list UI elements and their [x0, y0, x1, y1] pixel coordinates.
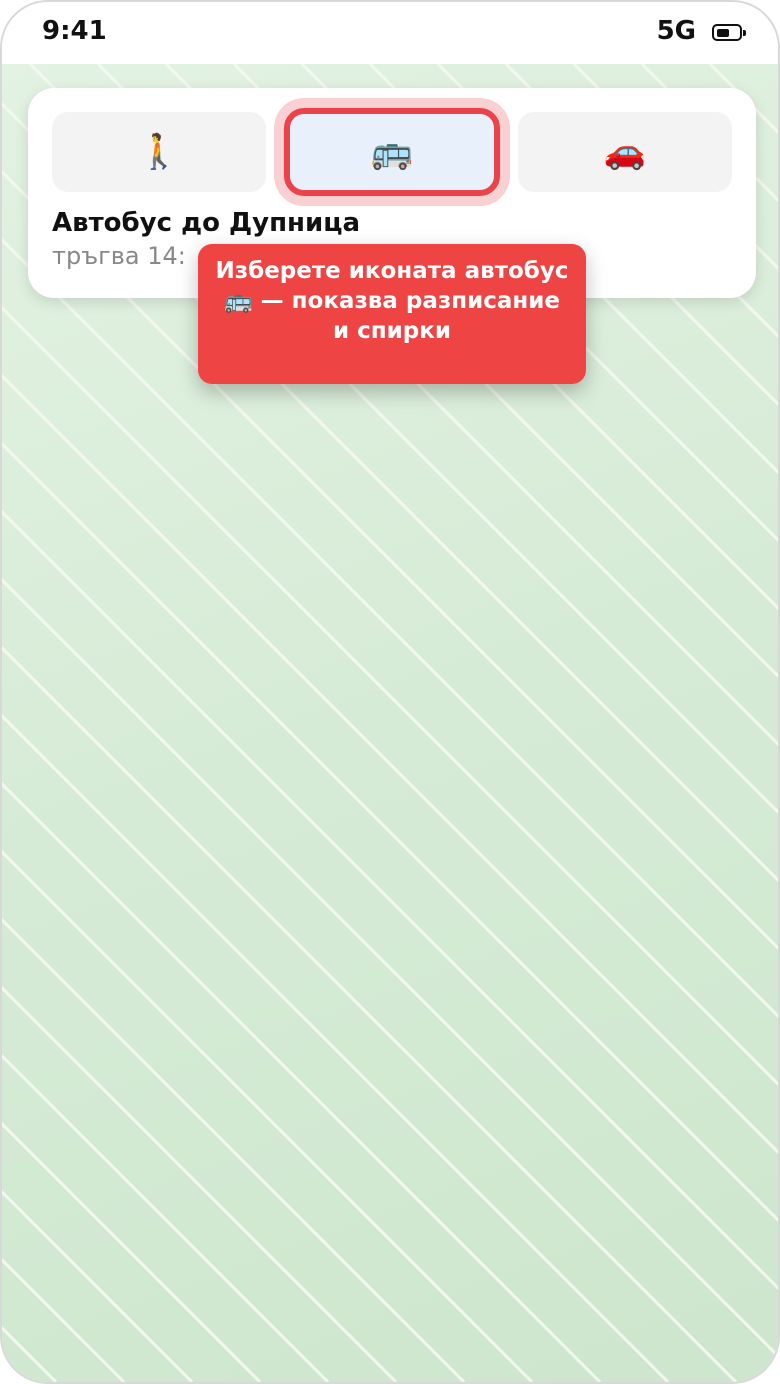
network-indicator: 5G: [656, 16, 696, 46]
bus-mode-button[interactable]: 🚌: [284, 108, 500, 196]
onboarding-tooltip: Изберете иконата автобус 🚌 — показва раз…: [198, 244, 586, 384]
phone-frame: 9:41 5G 🚶 🚌 🚗 Автобус до Дупница тръгва …: [0, 0, 780, 1384]
status-bar: 9:41 5G: [2, 2, 778, 64]
battery-level: [717, 29, 729, 37]
route-departure: тръгва 14:: [52, 242, 186, 270]
route-title: Автобус до Дупница: [52, 208, 361, 238]
car-icon: 🚗: [603, 132, 647, 172]
status-time: 9:41: [42, 16, 107, 46]
battery-icon: [712, 24, 746, 41]
walk-icon: 🚶: [137, 132, 181, 172]
bus-icon: 🚌: [370, 132, 414, 172]
walk-mode-button[interactable]: 🚶: [52, 112, 266, 192]
car-mode-button[interactable]: 🚗: [518, 112, 732, 192]
